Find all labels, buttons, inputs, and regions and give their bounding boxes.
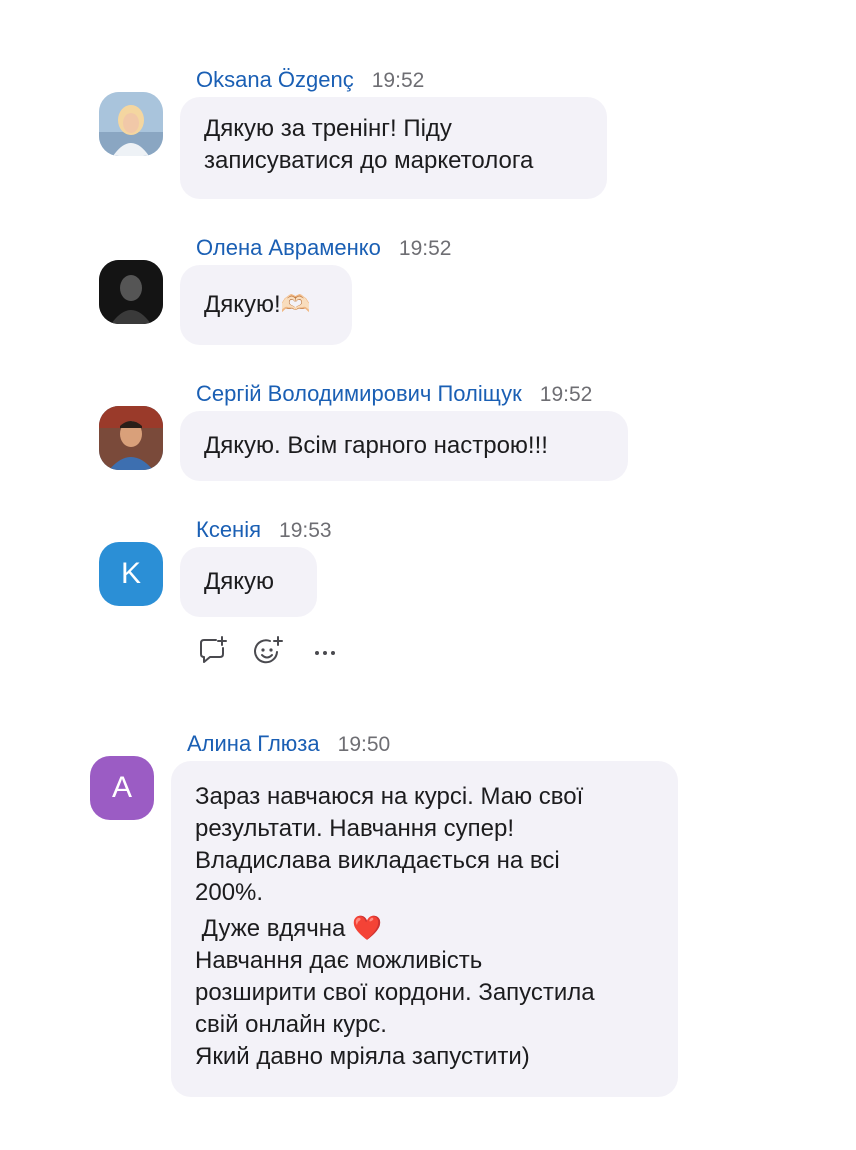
message-paragraph: Навчання дає можливість розширити свої к… [195, 945, 654, 1073]
message-paragraph: Дуже вдячна ❤️ [195, 913, 654, 945]
message-paragraph: Зараз навчаюся на курсі. Маю свої резуль… [195, 781, 654, 909]
message-line: свій онлайн курс. [195, 1011, 387, 1038]
sender-row: Сергій Володимирович Поліщук 19:52 [196, 381, 592, 407]
avatar-photo-dark [99, 260, 163, 324]
message-text: Дякую. Всім гарного настрою!!! [204, 432, 548, 459]
sender-name[interactable]: Алина Глюза [187, 731, 320, 756]
sender-row: Олена Авраменко 19:52 [196, 235, 451, 261]
message-line: Зараз навчаюся на курсі. Маю свої [195, 783, 584, 810]
message-text: Дякую [204, 568, 275, 595]
message-bubble: Дякую за тренінг! Піду записуватися до м… [180, 97, 607, 199]
sender-name[interactable]: Ксенія [196, 517, 261, 542]
message-line: Дякую за тренінг! Піду [204, 115, 452, 142]
message-text: Дякую!🫶🏻 [204, 291, 311, 318]
message-line: Який давно мріяла запустити) [195, 1043, 530, 1070]
avatar[interactable]: K [99, 542, 163, 606]
message-line: 200%. [195, 879, 264, 906]
avatar-photo-woman [99, 92, 163, 156]
message-line: записуватися до маркетолога [204, 147, 534, 174]
timestamp: 19:53 [279, 519, 332, 542]
avatar-photo-man [99, 406, 163, 470]
message-actions [196, 634, 342, 668]
avatar[interactable] [99, 92, 163, 156]
more-icon[interactable] [308, 634, 342, 668]
timestamp: 19:52 [539, 383, 593, 406]
message-bubble: Дякую [180, 547, 317, 617]
avatar[interactable] [99, 260, 163, 324]
reply-plus-icon[interactable] [196, 634, 230, 668]
sender-name[interactable]: Сергій Володимирович Поліщук [196, 381, 522, 406]
timestamp: 19:52 [398, 237, 452, 260]
emoji-plus-icon[interactable] [252, 634, 286, 668]
timestamp: 19:50 [337, 733, 391, 756]
message-line: Дуже вдячна ❤️ [195, 915, 382, 942]
timestamp: 19:52 [371, 69, 425, 92]
message-line: розширити свої кордони. Запустила [195, 979, 595, 1006]
avatar[interactable] [99, 406, 163, 470]
message-bubble: Дякую. Всім гарного настрою!!! [180, 411, 628, 481]
sender-name[interactable]: Oksana Özgenç [196, 67, 354, 92]
avatar-letter: K [120, 557, 141, 590]
sender-row: Oksana Özgenç 19:52 [196, 67, 424, 93]
message-bubble: Зараз навчаюся на курсі. Маю свої резуль… [171, 761, 678, 1097]
message-line: Владислава викладається на всі [195, 847, 560, 874]
message-bubble: Дякую!🫶🏻 [180, 265, 352, 345]
message-line: результати. Навчання супер! [195, 815, 515, 842]
sender-row: Алина Глюза 19:50 [187, 731, 390, 757]
avatar[interactable]: A [90, 756, 154, 820]
sender-row: Ксенія 19:53 [196, 517, 332, 543]
avatar-letter: A [111, 771, 132, 804]
sender-name[interactable]: Олена Авраменко [196, 235, 381, 260]
message-line: Навчання дає можливість [195, 947, 483, 974]
